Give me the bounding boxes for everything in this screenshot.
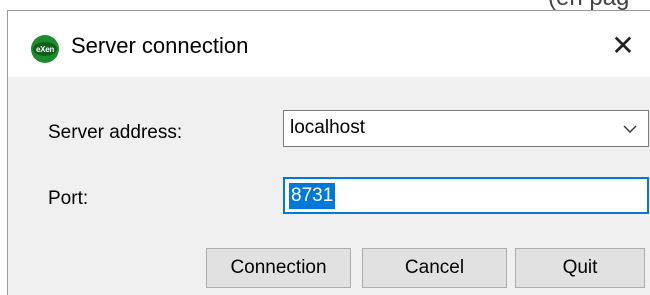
close-button[interactable]: ✕ bbox=[603, 29, 643, 63]
connection-button[interactable]: Connection bbox=[206, 248, 351, 288]
app-logo-icon: eXen bbox=[31, 35, 59, 63]
window-title: Server connection bbox=[71, 33, 249, 58]
server-connection-dialog: eXen Server connection ✕ Server address:… bbox=[7, 10, 650, 295]
quit-button[interactable]: Quit bbox=[515, 248, 645, 288]
server-address-label: Server address: bbox=[48, 122, 183, 143]
app-logo-text: eXen bbox=[33, 42, 57, 56]
title-bar[interactable]: eXen Server connection ✕ bbox=[8, 11, 650, 77]
server-address-combobox[interactable]: localhost bbox=[283, 110, 649, 147]
server-address-value: localhost bbox=[290, 117, 365, 138]
close-icon: ✕ bbox=[611, 30, 635, 61]
chevron-down-icon[interactable] bbox=[622, 122, 638, 136]
port-value-selected: 8731 bbox=[289, 183, 336, 209]
port-label: Port: bbox=[48, 188, 89, 209]
port-input[interactable]: 8731 bbox=[283, 177, 649, 214]
cancel-button[interactable]: Cancel bbox=[362, 248, 507, 288]
